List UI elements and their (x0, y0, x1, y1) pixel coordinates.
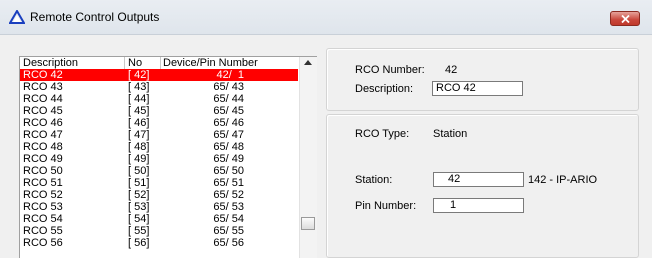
column-header-device-pin[interactable]: Device/Pin Number (163, 57, 258, 69)
row-description: RCO 54 (23, 213, 63, 225)
row-number: [ 54] (128, 213, 150, 225)
row-number: [ 43] (128, 81, 150, 93)
pin-number-label: Pin Number: (355, 200, 417, 212)
row-number: [ 49] (128, 153, 150, 165)
row-number: [ 56] (128, 237, 150, 249)
table-row[interactable]: RCO 46 [ 46] 65/ 46 (20, 117, 298, 129)
row-number: [ 48] (128, 141, 150, 153)
table-row[interactable]: RCO 43 [ 43] 65/ 43 (20, 81, 298, 93)
table-row[interactable]: RCO 49 [ 49] 65/ 49 (20, 153, 298, 165)
table-row[interactable]: RCO 53 [ 53] 65/ 53 (20, 201, 298, 213)
close-icon (621, 15, 630, 23)
row-description: RCO 52 (23, 189, 63, 201)
window-title: Remote Control Outputs (30, 10, 160, 24)
row-description: RCO 53 (23, 201, 63, 213)
arrow-up-icon (304, 60, 312, 65)
rco-list[interactable]: Description No Device/Pin Number RCO 42 [… (19, 56, 317, 258)
row-device-pin: 65/ 52 (213, 189, 244, 201)
row-number: [ 51] (128, 177, 150, 189)
row-device-pin: 65/ 43 (213, 81, 244, 93)
row-description: RCO 45 (23, 105, 63, 117)
row-device-pin: 65/ 51 (213, 177, 244, 189)
row-number: [ 47] (128, 129, 150, 141)
list-rows: RCO 42 [ 42] 42/ 1 RCO 43 [ 43] 65/ 43 RCO 44 [… (20, 69, 298, 249)
column-header-no[interactable]: No (128, 57, 142, 69)
row-description: RCO 56 (23, 237, 63, 249)
description-field[interactable]: RCO 42 (432, 81, 523, 96)
station-label: Station: (355, 174, 393, 186)
table-row[interactable]: RCO 47 [ 47] 65/ 47 (20, 129, 298, 141)
rco-type-value: Station (433, 128, 468, 140)
row-number: [ 55] (128, 225, 150, 237)
vertical-scrollbar[interactable] (299, 57, 317, 258)
pin-number-field[interactable]: 1 (433, 198, 524, 213)
row-device-pin: 65/ 44 (213, 93, 244, 105)
row-device-pin: 65/ 49 (213, 153, 244, 165)
row-description: RCO 49 (23, 153, 63, 165)
rco-settings-panel: RCO Type: Station Station: 42 142 - IP-A… (326, 114, 639, 258)
row-description: RCO 44 (23, 93, 63, 105)
station-name: 142 - IP-ARIO (528, 174, 598, 186)
row-description: RCO 47 (23, 129, 63, 141)
column-header-description[interactable]: Description (23, 57, 78, 69)
table-row[interactable]: RCO 56 [ 56] 65/ 56 (20, 237, 298, 249)
row-description: RCO 48 (23, 141, 63, 153)
row-number: [ 52] (128, 189, 150, 201)
row-device-pin: 42/ 1 (216, 69, 244, 81)
table-row[interactable]: RCO 51 [ 51] 65/ 51 (20, 177, 298, 189)
row-device-pin: 65/ 53 (213, 201, 244, 213)
row-description: RCO 43 (23, 81, 63, 93)
triangle-app-icon (9, 10, 25, 24)
rco-info-panel: RCO Number: 42 Description: RCO 42 (326, 48, 639, 111)
table-row[interactable]: RCO 50 [ 50] 65/ 50 (20, 165, 298, 177)
row-device-pin: 65/ 48 (213, 141, 244, 153)
table-row[interactable]: RCO 42 [ 42] 42/ 1 (20, 69, 298, 81)
rco-number-value: 42 (445, 64, 458, 76)
rco-number-label: RCO Number: (355, 64, 425, 76)
row-device-pin: 65/ 47 (213, 129, 244, 141)
row-number: [ 42] (128, 69, 150, 81)
table-row[interactable]: RCO 55 [ 55] 65/ 55 (20, 225, 298, 237)
row-description: RCO 55 (23, 225, 63, 237)
title-bar[interactable]: Remote Control Outputs (0, 0, 652, 35)
row-number: [ 45] (128, 105, 150, 117)
table-row[interactable]: RCO 54 [ 54] 65/ 54 (20, 213, 298, 225)
close-button[interactable] (610, 11, 640, 26)
row-device-pin: 65/ 56 (213, 237, 244, 249)
station-field[interactable]: 42 (433, 172, 524, 187)
description-label: Description: (355, 83, 414, 95)
row-device-pin: 65/ 50 (213, 165, 244, 177)
table-row[interactable]: RCO 48 [ 48] 65/ 48 (20, 141, 298, 153)
row-description: RCO 46 (23, 117, 63, 129)
column-separator[interactable] (124, 57, 125, 69)
row-number: [ 53] (128, 201, 150, 213)
row-description: RCO 51 (23, 177, 63, 189)
row-description: RCO 42 (23, 69, 63, 81)
column-separator[interactable] (160, 57, 161, 69)
row-device-pin: 65/ 54 (213, 213, 244, 225)
row-number: [ 44] (128, 93, 150, 105)
scroll-up-button[interactable] (300, 57, 317, 69)
row-device-pin: 65/ 45 (213, 105, 244, 117)
table-row[interactable]: RCO 52 [ 52] 65/ 52 (20, 189, 298, 201)
row-number: [ 50] (128, 165, 150, 177)
client-area: Description No Device/Pin Number RCO 42 [… (0, 35, 652, 258)
row-device-pin: 65/ 55 (213, 225, 244, 237)
row-device-pin: 65/ 46 (213, 117, 244, 129)
scrollbar-thumb[interactable] (301, 217, 315, 230)
rco-type-label: RCO Type: (355, 128, 410, 140)
table-row[interactable]: RCO 44 [ 44] 65/ 44 (20, 93, 298, 105)
table-row[interactable]: RCO 45 [ 45] 65/ 45 (20, 105, 298, 117)
row-description: RCO 50 (23, 165, 63, 177)
dialog-window: Remote Control Outputs Description No De… (0, 0, 652, 258)
row-number: [ 46] (128, 117, 150, 129)
